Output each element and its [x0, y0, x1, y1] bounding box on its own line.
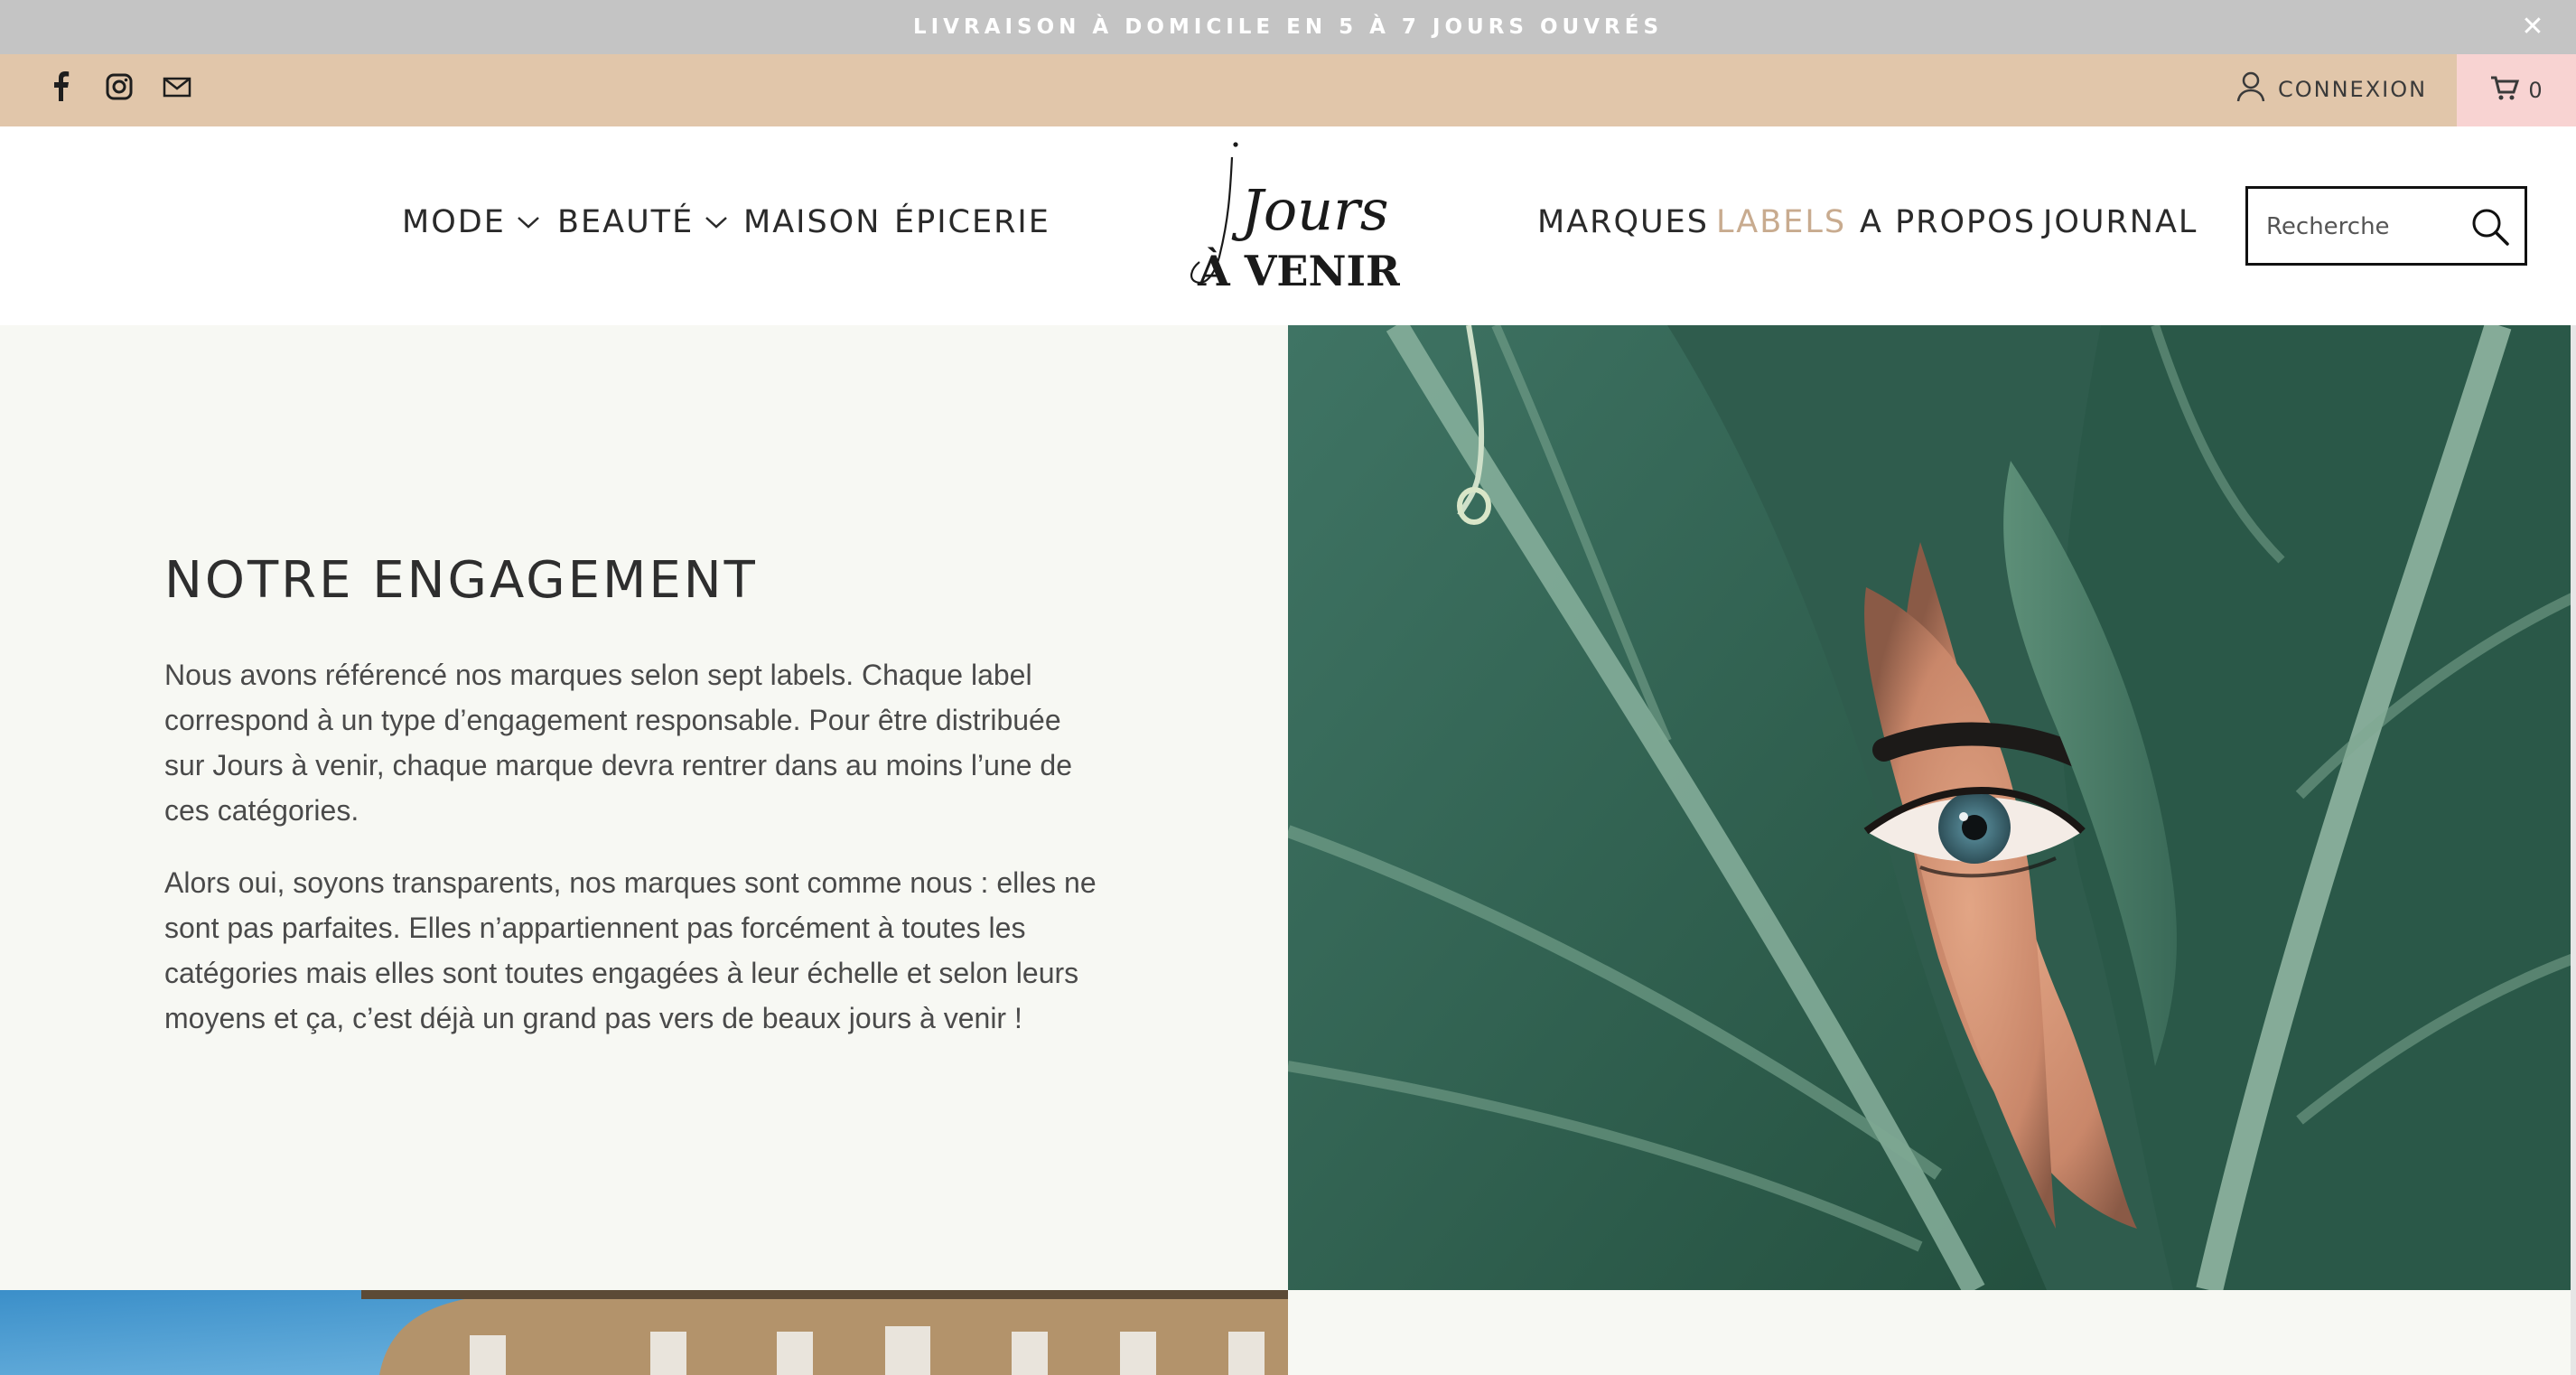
- nav-item-label: MARQUES: [1537, 204, 1709, 240]
- nav-item-label: LABELS: [1716, 204, 1847, 240]
- site-logo[interactable]: Jours À VENIR: [1183, 139, 1401, 311]
- chevron-down-icon: [517, 217, 539, 229]
- announcement-bar: LIVRAISON À DOMICILE EN 5 À 7 JOURS OUVR…: [0, 0, 2576, 54]
- cart-button[interactable]: 0: [2457, 54, 2576, 126]
- login-link[interactable]: CONNEXION: [2236, 70, 2427, 108]
- nav-item-journal[interactable]: JOURNAL: [2043, 204, 2198, 240]
- login-label: CONNEXION: [2278, 76, 2428, 102]
- facebook-icon[interactable]: [45, 70, 78, 103]
- hero-image: [1288, 325, 2576, 1290]
- close-icon[interactable]: ✕: [2515, 9, 2551, 45]
- search-icon[interactable]: [2470, 207, 2510, 247]
- engagement-section: NOTRE ENGAGEMENT Nous avons référencé no…: [0, 325, 1288, 1290]
- nav-item-label: BEAUTÉ: [557, 204, 695, 240]
- main-header: MODE BEAUTÉ MAISON ÉPICERIE Jours À VENI…: [0, 126, 2576, 325]
- cart-count: 0: [2528, 78, 2543, 103]
- user-icon: [2236, 70, 2265, 108]
- nav-item-beaute[interactable]: BEAUTÉ: [557, 204, 728, 240]
- logo-script: Jours: [1231, 177, 1389, 243]
- nav-item-label: JOURNAL: [2043, 204, 2198, 240]
- search-input[interactable]: [2264, 189, 2467, 265]
- nav-item-epicerie[interactable]: ÉPICERIE: [894, 204, 1050, 240]
- chevron-down-icon: [705, 217, 728, 229]
- page-scrollbar[interactable]: [2571, 325, 2576, 1375]
- nav-item-marques[interactable]: MARQUES: [1537, 204, 1709, 240]
- nav-item-label: MODE: [402, 204, 506, 240]
- section-heading: NOTRE ENGAGEMENT: [164, 551, 758, 610]
- nav-item-label: A PROPOS: [1860, 204, 2036, 240]
- nav-item-a-propos[interactable]: A PROPOS: [1860, 204, 2036, 240]
- instagram-icon[interactable]: [103, 70, 135, 103]
- mail-icon[interactable]: [161, 70, 193, 103]
- cart-icon: [2490, 75, 2520, 107]
- top-bar: CONNEXION 0: [0, 54, 2576, 126]
- nav-item-maison[interactable]: MAISON: [743, 204, 881, 240]
- announcement-text: LIVRAISON À DOMICILE EN 5 À 7 JOURS OUVR…: [912, 15, 1664, 39]
- building-image: [0, 1290, 1288, 1375]
- bottom-right-panel: [1288, 1290, 2576, 1375]
- transparency-paragraph: Alors oui, soyons transparents, nos marq…: [164, 866, 1097, 1034]
- nav-item-mode[interactable]: MODE: [402, 204, 540, 240]
- intro-paragraph: Nous avons référencé nos marques selon s…: [164, 659, 1072, 827]
- nav-item-label: MAISON: [743, 204, 882, 240]
- logo-title: À VENIR: [1197, 246, 1400, 295]
- nav-item-labels[interactable]: LABELS: [1716, 204, 1846, 240]
- nav-item-label: ÉPICERIE: [894, 204, 1050, 240]
- social-links: [45, 70, 193, 103]
- search-box: [2245, 186, 2527, 266]
